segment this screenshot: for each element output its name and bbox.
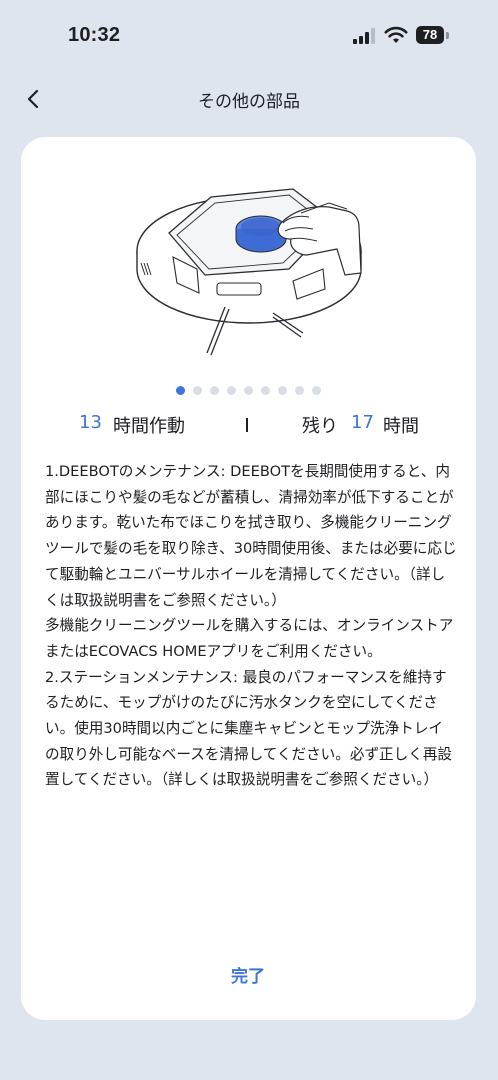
remaining-label: 残り bbox=[302, 416, 338, 437]
parts-card: 13 時間作動 残り 17 時間 1.DEEBOTのメンテナンス: DEEBOT… bbox=[21, 137, 476, 1020]
used-hours: 13 bbox=[79, 412, 102, 433]
remaining-hours-unit: 時間 bbox=[383, 416, 419, 437]
remaining-hours: 17 bbox=[351, 412, 374, 433]
carousel-dot[interactable] bbox=[176, 386, 185, 395]
wifi-icon bbox=[384, 26, 408, 43]
usage-summary: 13 時間作動 残り 17 時間 bbox=[21, 410, 476, 440]
carousel-dot[interactable] bbox=[193, 386, 202, 395]
usage-divider bbox=[246, 418, 248, 432]
carousel-dot[interactable] bbox=[312, 386, 321, 395]
used-hours-label: 時間作動 bbox=[113, 416, 185, 437]
carousel-dot[interactable] bbox=[244, 386, 253, 395]
carousel-pagination bbox=[21, 386, 476, 396]
status-bar: 10:32 78 bbox=[0, 0, 498, 70]
nav-bar: その他の部品 bbox=[0, 78, 498, 120]
battery-icon: 78 bbox=[416, 26, 450, 46]
carousel-dot[interactable] bbox=[295, 386, 304, 395]
signal-icon bbox=[353, 28, 375, 44]
done-button[interactable]: 完了 bbox=[198, 960, 298, 994]
carousel-dot[interactable] bbox=[278, 386, 287, 395]
carousel-dot[interactable] bbox=[261, 386, 270, 395]
status-time: 10:32 bbox=[68, 24, 121, 46]
carousel-dot[interactable] bbox=[210, 386, 219, 395]
page-title: その他の部品 bbox=[198, 92, 300, 112]
battery-level: 78 bbox=[416, 26, 444, 44]
carousel-dot[interactable] bbox=[227, 386, 236, 395]
robot-vacuum-maintenance-illustration[interactable] bbox=[133, 183, 373, 363]
maintenance-description: 1.DEEBOTのメンテナンス: DEEBOTを長期間使用すると、内部にほこりや… bbox=[45, 463, 457, 789]
